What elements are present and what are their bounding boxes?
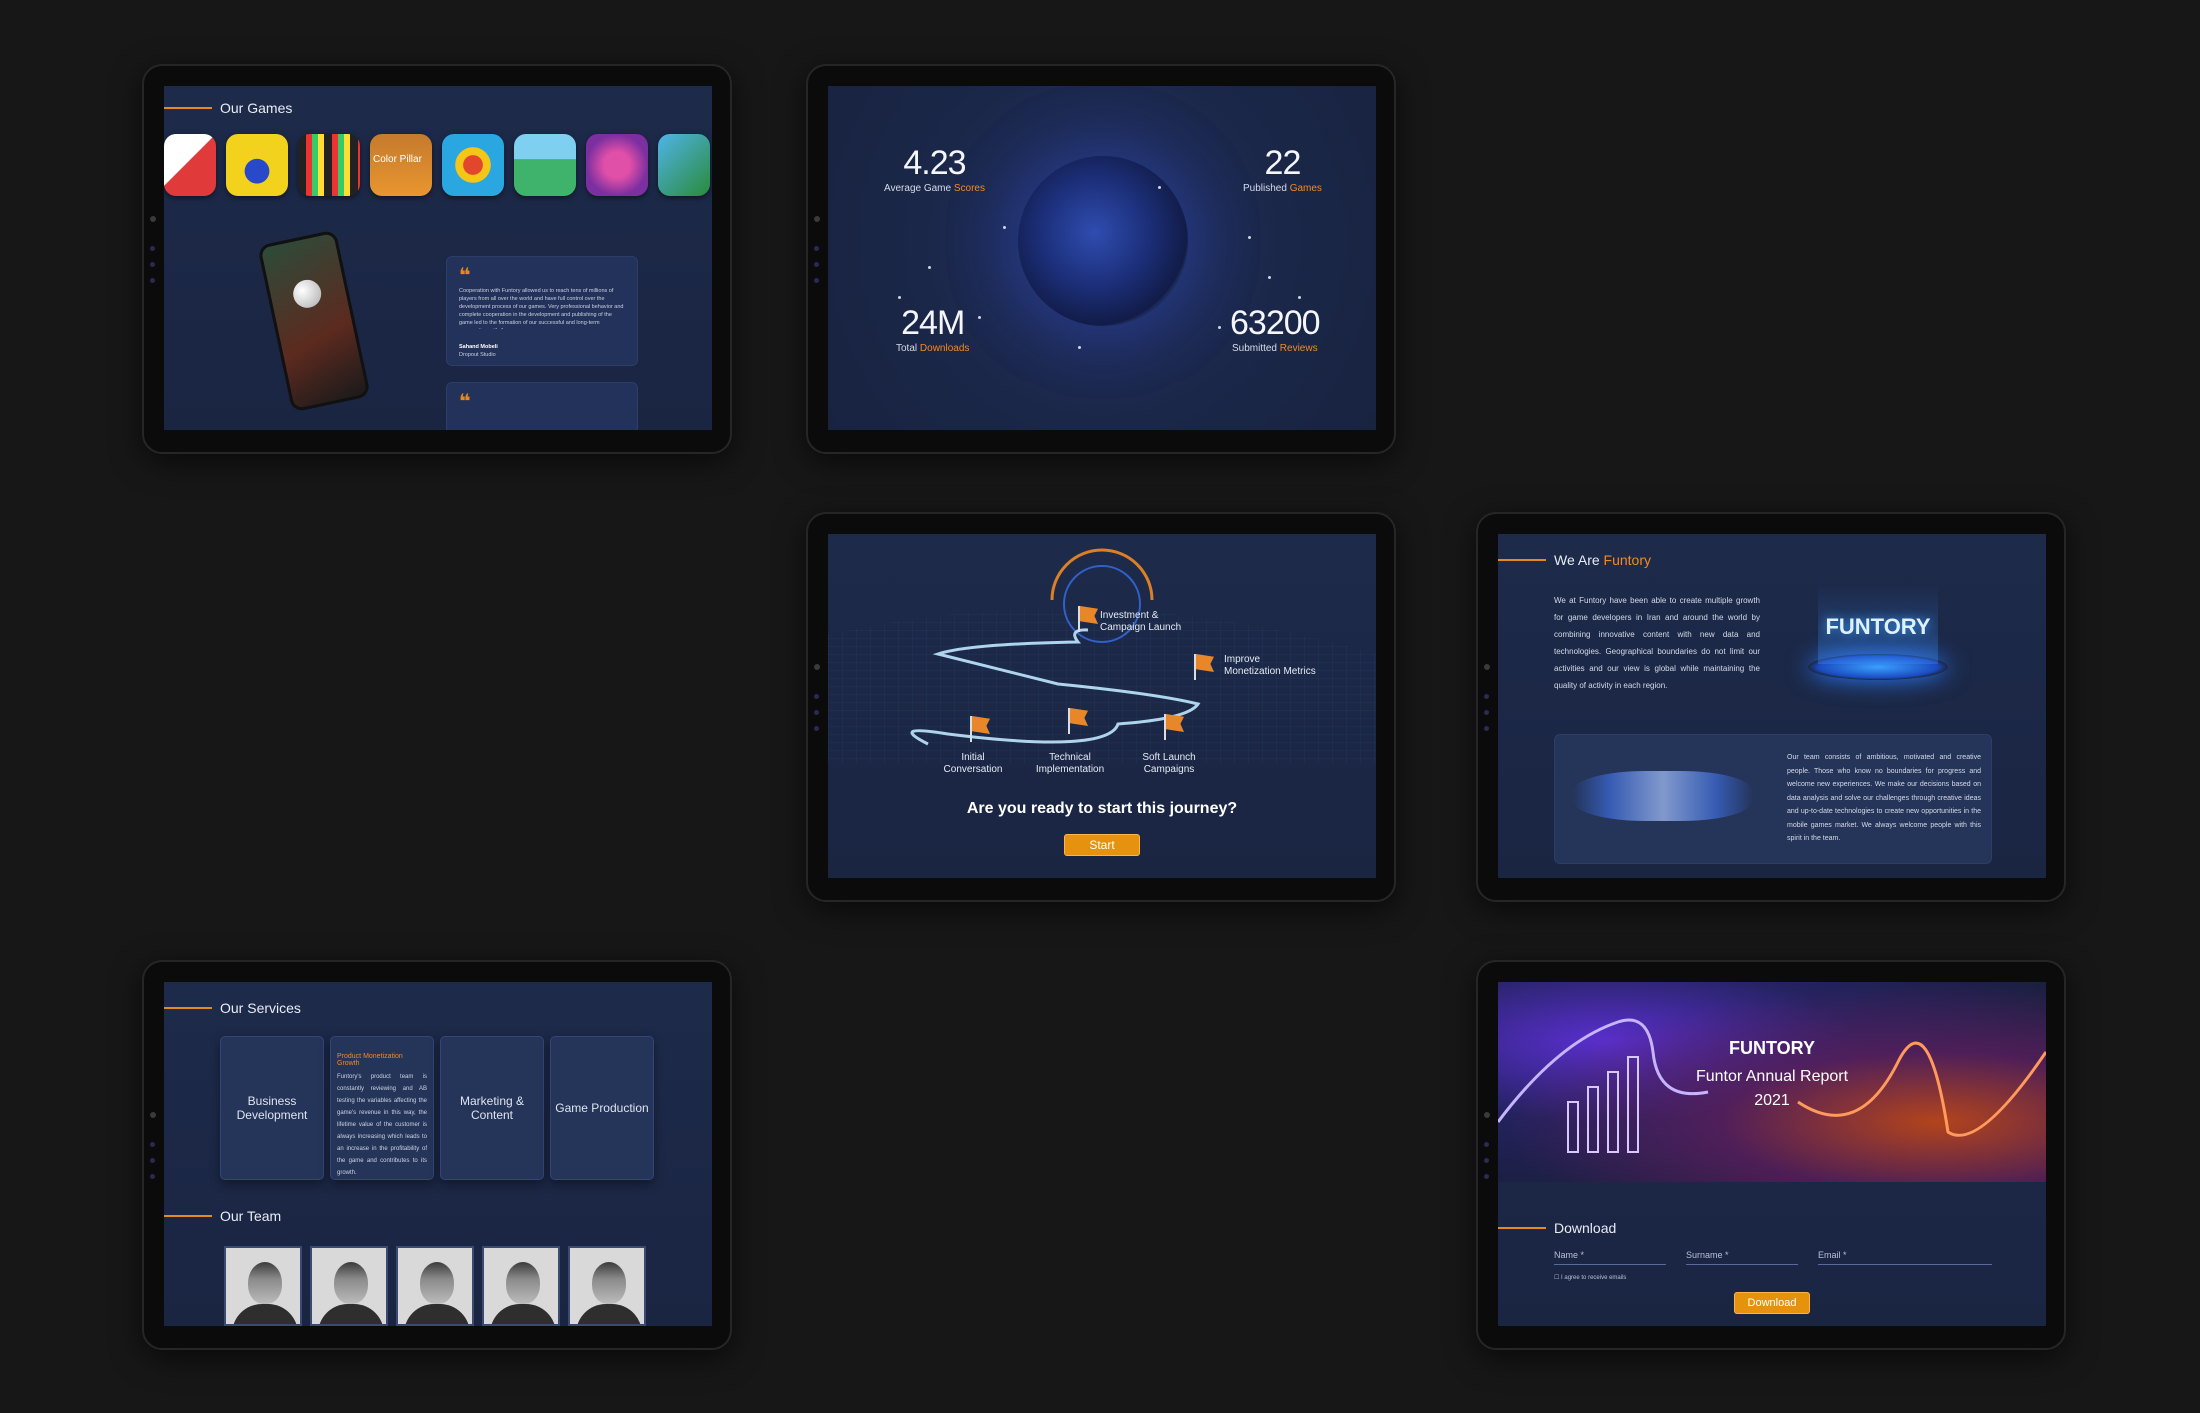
game-app-icon[interactable] [298, 134, 360, 196]
tablet-journey: Initial Conversation Technical Implement… [806, 512, 1396, 902]
stat-games-label: Published [1243, 183, 1290, 194]
game-app-icon[interactable] [586, 134, 648, 196]
team-member-photo[interactable] [482, 1246, 560, 1326]
phone-mockup-image [257, 229, 371, 413]
game-icons-row: Color Pillar [164, 134, 710, 196]
hands-image [1573, 771, 1753, 821]
about-heading-accent: Funtory [1603, 552, 1652, 568]
screen-services: Our Services Business Development Produc… [164, 982, 712, 1326]
team-member-photo[interactable] [568, 1246, 646, 1326]
tablet-about: We Are Funtory We at Funtory have been a… [1476, 512, 2066, 902]
service-card-production[interactable]: Game Production [550, 1036, 654, 1180]
service-card-business[interactable]: Business Development [220, 1036, 324, 1180]
surname-input[interactable]: Surname * [1686, 1250, 1798, 1265]
stat-scores-label: Average Game [884, 183, 954, 194]
stat-reviews-accent: Reviews [1279, 343, 1318, 354]
email-input[interactable]: Email * [1818, 1250, 1992, 1265]
service-card-monetization[interactable]: Product Monetization Growth Funtory's pr… [330, 1036, 434, 1180]
about-team-card: Our team consists of ambitious, motivate… [1554, 734, 1992, 864]
journey-step-improve-monetization: Improve Monetization Metrics [1224, 654, 1316, 677]
stat-reviews: 63200 Submitted Reviews [1230, 304, 1321, 354]
tablet-services: Our Services Business Development Produc… [142, 960, 732, 1350]
about-paragraph-1: We at Funtory have been able to create m… [1554, 596, 1760, 690]
journey-step-technical-implementation: Technical Implementation [1035, 752, 1105, 775]
report-title: Funtor Annual Report [1695, 1068, 1849, 1085]
stat-reviews-label: Submitted [1231, 343, 1280, 354]
stat-scores-value: 4.23 [903, 144, 966, 182]
section-title-download: Download [1498, 1220, 1616, 1236]
game-app-icon-color-pillar[interactable]: Color Pillar [370, 134, 432, 196]
journey-question: Are you ready to start this journey? [966, 800, 1238, 817]
report-logo-text: FUNTORY [1728, 1038, 1815, 1058]
game-app-icon[interactable] [164, 134, 216, 196]
tablet-our-games: Our Games Color Pillar ❝ Cooperation wit… [142, 64, 732, 454]
our-games-heading: Our Games [220, 100, 293, 116]
service-label: Business Development [236, 1094, 308, 1122]
funtory-hologram-logo: FUNTORY [1798, 574, 1958, 694]
quote-icon: ❝ [459, 265, 471, 287]
game-app-icon[interactable] [226, 134, 288, 196]
stat-reviews-value: 63200 [1230, 304, 1321, 342]
stat-downloads-label: Total [896, 343, 920, 354]
about-heading: We Are [1554, 552, 1604, 568]
app-caption: Color Pillar [373, 154, 422, 165]
testimonial-author: Sahand Mobeli [459, 344, 498, 350]
world-globe-image [1018, 156, 1188, 326]
stat-downloads-value: 24M [901, 304, 965, 342]
section-title-team: Our Team [164, 1208, 281, 1224]
screen-our-games: Our Games Color Pillar ❝ Cooperation wit… [164, 86, 712, 430]
section-title-services: Our Services [164, 1000, 301, 1016]
journey-step-soft-launch: Soft Launch Campaigns [1142, 752, 1196, 775]
report-year: 2021 [1754, 1092, 1790, 1109]
stat-scores-accent: Scores [953, 183, 985, 194]
screen-about: We Are Funtory We at Funtory have been a… [1498, 534, 2046, 878]
section-title-about: We Are Funtory [1498, 552, 1651, 568]
testimonial-company: Dropout Studio [459, 352, 496, 358]
game-app-icon[interactable] [514, 134, 576, 196]
team-member-photo[interactable] [396, 1246, 474, 1326]
section-title-our-games: Our Games [164, 100, 292, 116]
quote-icon: ❝ [459, 391, 471, 413]
report-hero-image: FUNTORY Funtor Annual Report 2021 [1498, 982, 2046, 1182]
service-label: Game Production [555, 1101, 649, 1115]
testimonial-text: Cooperation with Funtory allowed us to r… [459, 288, 624, 329]
screen-journey: Initial Conversation Technical Implement… [828, 534, 1376, 878]
about-paragraph-2: Our team consists of ambitious, motivate… [1787, 754, 1981, 842]
tablet-stats: 4.23 Average Game Scores 22 Published Ga… [806, 64, 1396, 454]
service-card-marketing[interactable]: Marketing & Content [440, 1036, 544, 1180]
journey-step-initial-conversation: Initial Conversation [943, 752, 1003, 775]
tablet-report: FUNTORY Funtor Annual Report 2021 Downlo… [1476, 960, 2066, 1350]
team-member-photo[interactable] [224, 1246, 302, 1326]
stat-scores: 4.23 Average Game Scores [884, 144, 985, 194]
consent-checkbox[interactable]: ☐ I agree to receive emails [1554, 1274, 1626, 1281]
consent-label: I agree to receive emails [1561, 1275, 1627, 1281]
service-label: Marketing & Content [459, 1094, 525, 1122]
game-app-icon[interactable] [658, 134, 710, 196]
team-member-photo[interactable] [310, 1246, 388, 1326]
team-heading: Our Team [220, 1208, 282, 1224]
screen-report: FUNTORY Funtor Annual Report 2021 Downlo… [1498, 982, 2046, 1326]
screen-stats: 4.23 Average Game Scores 22 Published Ga… [828, 86, 1376, 430]
services-heading: Our Services [220, 1000, 301, 1016]
checkbox-icon[interactable]: ☐ [1554, 1275, 1561, 1281]
download-button[interactable]: Download [1734, 1292, 1810, 1314]
journey-step-investment-campaign: Investment & Campaign Launch [1100, 610, 1182, 633]
service-label: Product Monetization Growth [337, 1053, 403, 1067]
service-detail: Funtory's product team is constantly rev… [337, 1074, 427, 1176]
funtory-logo-text: FUNTORY [1825, 614, 1931, 639]
testimonial-card[interactable]: ❝ Cooperation with Funtory allowed us to… [446, 256, 638, 366]
journey-map-graphic [828, 548, 1376, 764]
game-app-icon[interactable] [442, 134, 504, 196]
stat-games-accent: Games [1289, 183, 1322, 194]
stat-games: 22 Published Games [1243, 144, 1322, 194]
name-input[interactable]: Name * [1554, 1250, 1666, 1265]
stat-games-value: 22 [1264, 144, 1302, 182]
stat-downloads: 24M Total Downloads [896, 304, 969, 354]
download-heading: Download [1554, 1220, 1617, 1236]
stat-downloads-accent: Downloads [919, 343, 970, 354]
start-button[interactable]: Start [1064, 834, 1140, 856]
testimonial-card-next[interactable]: ❝ [446, 382, 638, 430]
